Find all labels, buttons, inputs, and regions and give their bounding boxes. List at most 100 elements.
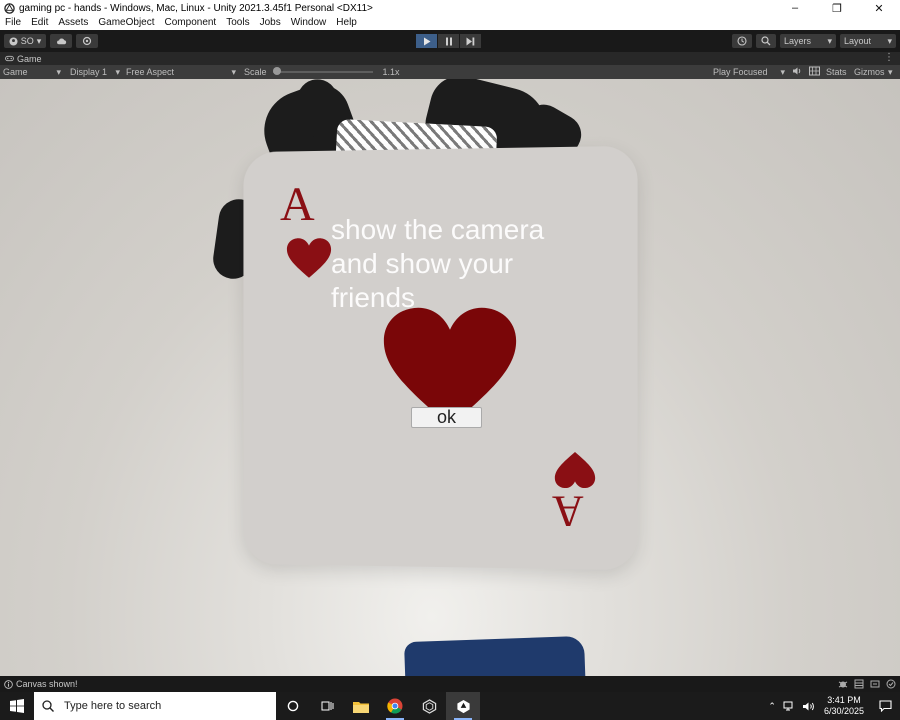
aspect-dropdown[interactable]: Free Aspect ▾ [123,65,239,79]
window-title: gaming pc - hands - Windows, Mac, Linux … [19,2,373,14]
step-icon [466,37,475,45]
taskbar-unity-hub[interactable] [412,692,446,720]
display-dropdown[interactable]: Display 1 ▾ [67,65,123,79]
play-button[interactable] [416,34,437,48]
history-button[interactable] [732,34,752,48]
layout-label: Layout [844,36,872,46]
taskbar-unity-editor[interactable] [446,692,480,720]
game-viewport[interactable]: A show the camera and show your friends … [0,79,900,676]
toolbar-right: Layers ▾ Layout ▾ [732,34,896,48]
taskbar-search[interactable]: Type here to search [34,692,276,720]
speaker-icon[interactable] [792,66,802,78]
progress-icon[interactable] [870,679,880,689]
gamepad-icon [5,55,14,62]
account-icon [9,36,18,46]
play-focused-dropdown[interactable]: Play Focused ▾ [710,65,788,79]
scale-value: 1.1x [382,67,400,77]
ok-button[interactable]: ok [411,407,482,428]
menu-tools[interactable]: Tools [221,16,254,30]
heart-icon [554,451,596,489]
layout-dropdown[interactable]: Layout ▾ [840,34,896,48]
taskbar-chrome[interactable] [378,692,412,720]
taskbar-search-placeholder: Type here to search [64,700,162,712]
menu-window[interactable]: Window [286,16,332,30]
status-message[interactable]: Canvas shown! [0,679,78,689]
tab-game-label: Game [17,53,42,64]
pause-icon [445,37,452,45]
card-rank-top: A [280,178,315,231]
more-options-icon[interactable]: ⋮ [884,52,894,63]
taskbar-clock[interactable]: 3:41 PM 6/30/2025 [818,695,870,717]
scale-slider-thumb[interactable] [272,67,281,75]
volume-icon[interactable] [802,701,815,712]
chevron-down-icon[interactable]: ▾ [888,67,893,78]
tab-game[interactable]: Game [0,54,42,64]
info-icon [4,679,13,689]
history-icon [737,36,747,46]
bug-icon[interactable] [838,679,848,689]
cortana-icon [287,700,299,712]
task-view-button[interactable] [310,692,344,720]
minimize-button[interactable]: – [774,0,816,16]
search-icon [42,700,54,712]
close-button[interactable]: ✕ [858,0,900,16]
check-circle-icon[interactable] [886,679,896,689]
blue-object [404,635,586,676]
display-label: Display 1 [70,67,108,77]
chevron-down-icon: ▾ [827,35,832,46]
notification-icon [878,700,892,712]
cloud-icon [56,38,66,45]
notifications-button[interactable] [870,692,900,720]
account-label: SO [20,36,34,46]
collab-button[interactable] [76,34,98,48]
windows-logo-icon [10,699,24,713]
cache-icon[interactable] [854,679,864,689]
system-tray: ⌃ 3:41 PM 6/30/2025 [764,692,900,720]
cloud-button[interactable] [50,34,72,48]
step-button[interactable] [460,34,481,48]
chevron-down-icon: ▾ [231,66,236,77]
menu-jobs[interactable]: Jobs [255,16,286,30]
stats-button[interactable]: Stats [826,67,847,77]
play-icon [423,37,430,45]
aspect-label: Free Aspect [126,67,175,77]
pause-button[interactable] [438,34,459,48]
layers-dropdown[interactable]: Layers ▾ [780,34,836,48]
gizmos-dropdown[interactable]: Gizmos [854,67,885,77]
scale-label: Scale [244,67,267,77]
chevron-up-icon[interactable]: ⌃ [764,701,780,712]
clock-date: 6/30/2025 [823,706,864,716]
chevron-down-icon: ▾ [56,66,61,77]
game-view-controls: Game ▾ Display 1 ▾ Free Aspect ▾ Scale 1… [0,65,900,79]
scale-slider[interactable] [272,67,373,75]
menu-edit[interactable]: Edit [26,16,53,30]
main-toolbar: SO ▾ Layers ▾ Layout ▾ [0,30,900,52]
layers-label: Layers [784,36,812,46]
card-message-text: show the camera and show your friends [331,214,545,313]
heart-icon [286,238,332,278]
account-dropdown[interactable]: SO ▾ [4,34,46,48]
network-icon[interactable] [783,701,796,712]
menu-assets[interactable]: Assets [53,16,93,30]
chevron-down-icon: ▾ [780,66,785,77]
menu-gameobject[interactable]: GameObject [93,16,159,30]
clock-time: 3:41 PM [827,695,861,705]
grid-icon[interactable] [809,66,820,78]
folder-icon [353,701,369,713]
game-mode-label: Game [3,67,28,77]
cortana-button[interactable] [276,692,310,720]
menu-file[interactable]: File [0,16,26,30]
card-rank-bottom: A [552,487,584,536]
chevron-down-icon: ▾ [887,35,892,46]
start-button[interactable] [0,692,34,720]
menu-component[interactable]: Component [160,16,222,30]
status-text: Canvas shown! [16,679,78,689]
taskbar-file-explorer[interactable] [344,692,378,720]
search-button[interactable] [756,34,776,48]
maximize-button[interactable]: ❐ [816,0,858,16]
unity-logo-icon [3,2,15,14]
collab-icon [82,36,92,46]
game-mode-dropdown[interactable]: Game ▾ [0,65,64,79]
menu-help[interactable]: Help [331,16,362,30]
chevron-down-icon: ▾ [36,35,42,46]
